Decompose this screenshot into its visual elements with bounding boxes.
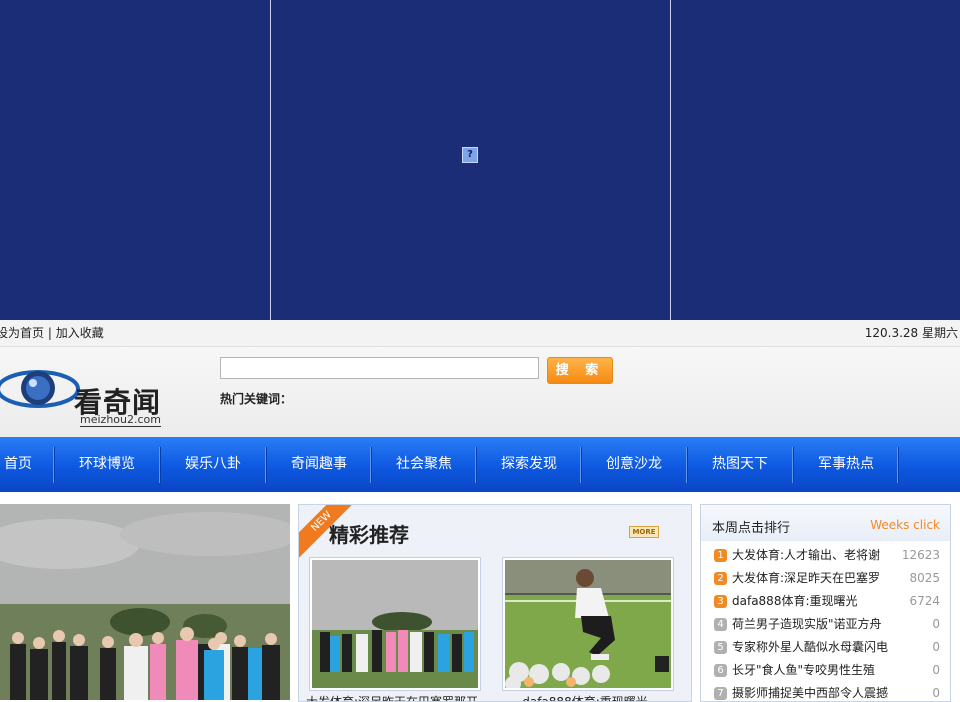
nav-item-world[interactable]: 环球博览 [55,437,159,492]
ranking-row: 4 荷兰男子造现实版"诺亚方舟 0 [714,614,940,634]
ranking-row: 5 专家称外星人酷似水母囊闪电 0 [714,637,940,657]
eye-logo-icon [0,370,80,408]
click-count: 0 [932,640,940,654]
rank-number-badge: 5 [714,641,727,654]
ranking-link[interactable]: 大发体育:人才输出、老将谢 [732,545,892,565]
ranking-link[interactable]: 摄影师捕捉美中西部令人震撼 [732,683,892,701]
team-huddle-photo [312,560,478,688]
nav-item-military[interactable]: 军事热点 [794,437,898,492]
rank-number-badge: 1 [714,549,727,562]
nav-item-home[interactable]: 首页 [0,437,36,492]
click-count: 8025 [909,571,940,585]
main-nav: 首页 环球博览 娱乐八卦 奇闻趣事 社会聚焦 探索发现 创意沙龙 热图天下 军事… [0,437,960,492]
ranking-row: 3 dafa888体育:重现曙光 6724 [714,591,940,611]
banner-divider [270,0,271,320]
nav-item-entertainment[interactable]: 娱乐八卦 [161,437,265,492]
top-bar: 设为首页 | 加入收藏 120.3.28 星期六 [0,320,960,347]
more-button[interactable]: MORE [629,526,659,538]
set-homepage-link[interactable]: 设为首页 [0,326,44,340]
recommend-panel: NEW 精彩推荐 MORE 大发体育:深足昨天在巴塞罗那开 dafa888体育:… [298,504,692,702]
ranking-row: 7 摄影师捕捉美中西部令人震撼 0 [714,683,940,701]
ranking-link[interactable]: 大发体育:深足昨天在巴塞罗 [732,568,892,588]
click-count: 12623 [901,548,940,562]
top-links: 设为首页 | 加入收藏 [0,320,104,346]
recommend-thumb[interactable] [502,557,674,691]
ranking-link[interactable]: 专家称外星人酷似水母囊闪电 [732,637,892,657]
weekly-ranking-panel: 本周点击排行 Weeks click 1 大发体育:人才输出、老将谢 12623… [700,504,951,702]
banner-divider [670,0,671,320]
separator: | [47,326,52,340]
ranking-header: 本周点击排行 Weeks click [701,505,950,541]
click-count: 6724 [909,594,940,608]
recommend-title: 精彩推荐 [329,523,409,547]
nav-item-creative[interactable]: 创意沙龙 [582,437,686,492]
rank-number-badge: 2 [714,572,727,585]
rank-number-badge: 4 [714,618,727,631]
nav-item-oddities[interactable]: 奇闻趣事 [267,437,371,492]
site-logo[interactable]: 看奇闻 meizhou2.com [0,361,170,427]
featured-photo[interactable] [0,504,290,700]
team-photo [0,504,290,700]
ranking-row: 6 长牙"食人鱼"专咬男性生殖 0 [714,660,940,680]
hot-keywords-label: 热门关键词： [220,392,293,406]
ranking-link[interactable]: 荷兰男子造现实版"诺亚方舟 [732,614,892,634]
ranking-row: 2 大发体育:深足昨天在巴塞罗 8025 [714,568,940,588]
recommend-caption[interactable]: dafa888体育:重现曙光 [497,693,673,701]
broken-image-icon: ? [462,147,478,163]
rank-number-badge: 3 [714,595,727,608]
date-text: 120.3.28 星期六 [864,326,958,340]
recommend-thumb[interactable] [309,557,481,691]
nav-item-hot-pics[interactable]: 热图天下 [688,437,792,492]
click-count: 0 [932,663,940,677]
rank-number-badge: 7 [714,687,727,700]
ranking-link[interactable]: 长牙"食人鱼"专咬男性生殖 [732,660,892,680]
player-photo [505,560,671,688]
nav-item-society[interactable]: 社会聚焦 [372,437,476,492]
bookmark-link[interactable]: 加入收藏 [56,326,104,340]
header: 看奇闻 meizhou2.com 搜 索 热门关键词： [0,347,960,437]
recommend-caption[interactable]: 大发体育:深足昨天在巴塞罗那开 [304,693,480,701]
nav-item-discovery[interactable]: 探索发现 [477,437,581,492]
search-button[interactable]: 搜 索 [547,357,613,384]
ranking-title: 本周点击排行 [712,521,791,536]
click-count: 0 [932,686,940,700]
click-count: 0 [932,617,940,631]
ranking-subtitle: Weeks click [870,518,940,532]
rank-number-badge: 6 [714,664,727,677]
search-input[interactable] [220,357,539,379]
logo-url: meizhou2.com [80,413,161,427]
nav-separator [897,447,899,483]
top-banner: ? [0,0,960,320]
ranking-row: 1 大发体育:人才输出、老将谢 12623 [714,545,940,565]
ranking-link[interactable]: dafa888体育:重现曙光 [732,591,892,611]
